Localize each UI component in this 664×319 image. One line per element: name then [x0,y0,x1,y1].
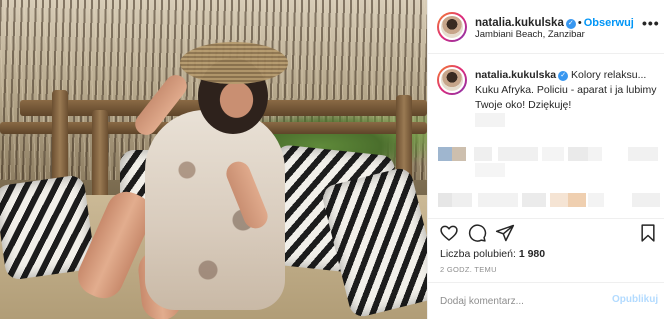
post-header: natalia.kukulska ✓ • Obserwuj Jambiani Beac… [428,0,664,54]
location-link[interactable]: Jambiani Beach, Zanzibar [475,29,585,40]
likes-number: 1 980 [518,248,546,260]
blurred-comment [438,193,660,207]
caption-username-link[interactable]: natalia.kukulska [475,69,556,81]
publish-button[interactable]: Opublikuj [612,294,658,305]
blurred-comment [438,147,658,161]
separator-dot: • [577,17,582,29]
share-icon[interactable] [495,223,515,243]
avatar-image [439,67,465,93]
verified-badge-icon: ✓ [565,19,576,29]
caption-avatar[interactable] [437,65,467,95]
comment-icon[interactable] [467,223,487,243]
straw-hat [180,42,288,84]
comment-input[interactable] [440,293,600,309]
avatar-image [439,14,465,40]
post-timestamp[interactable]: 2 GODZ. TEMU [440,265,497,274]
add-comment-bar: Opublikuj [428,282,664,319]
follow-button[interactable]: Obserwuj [584,17,634,29]
caption: natalia.kukulska ✓ Kolory relaksu... Kuku… [475,68,661,113]
blurred-comment [475,113,505,127]
post-actions-bar [428,218,664,246]
profile-avatar[interactable] [437,12,467,42]
more-options-icon[interactable]: ••• [642,15,660,31]
post-photo[interactable] [0,0,427,319]
verified-badge-icon: ✓ [558,71,569,81]
post-side-panel: natalia.kukulska ✓ • Obserwuj Jambiani Beac… [427,0,664,319]
likes-count[interactable]: Liczba polubień: 1 980 [440,248,545,260]
blurred-comment [475,163,505,177]
heart-icon[interactable] [439,223,459,243]
likes-label: Liczba polubień: [440,248,516,260]
username-link[interactable]: natalia.kukulska [475,17,564,29]
comments-section: natalia.kukulska ✓ Kolory relaksu... Kuku… [428,55,664,210]
bookmark-icon[interactable] [638,223,658,243]
